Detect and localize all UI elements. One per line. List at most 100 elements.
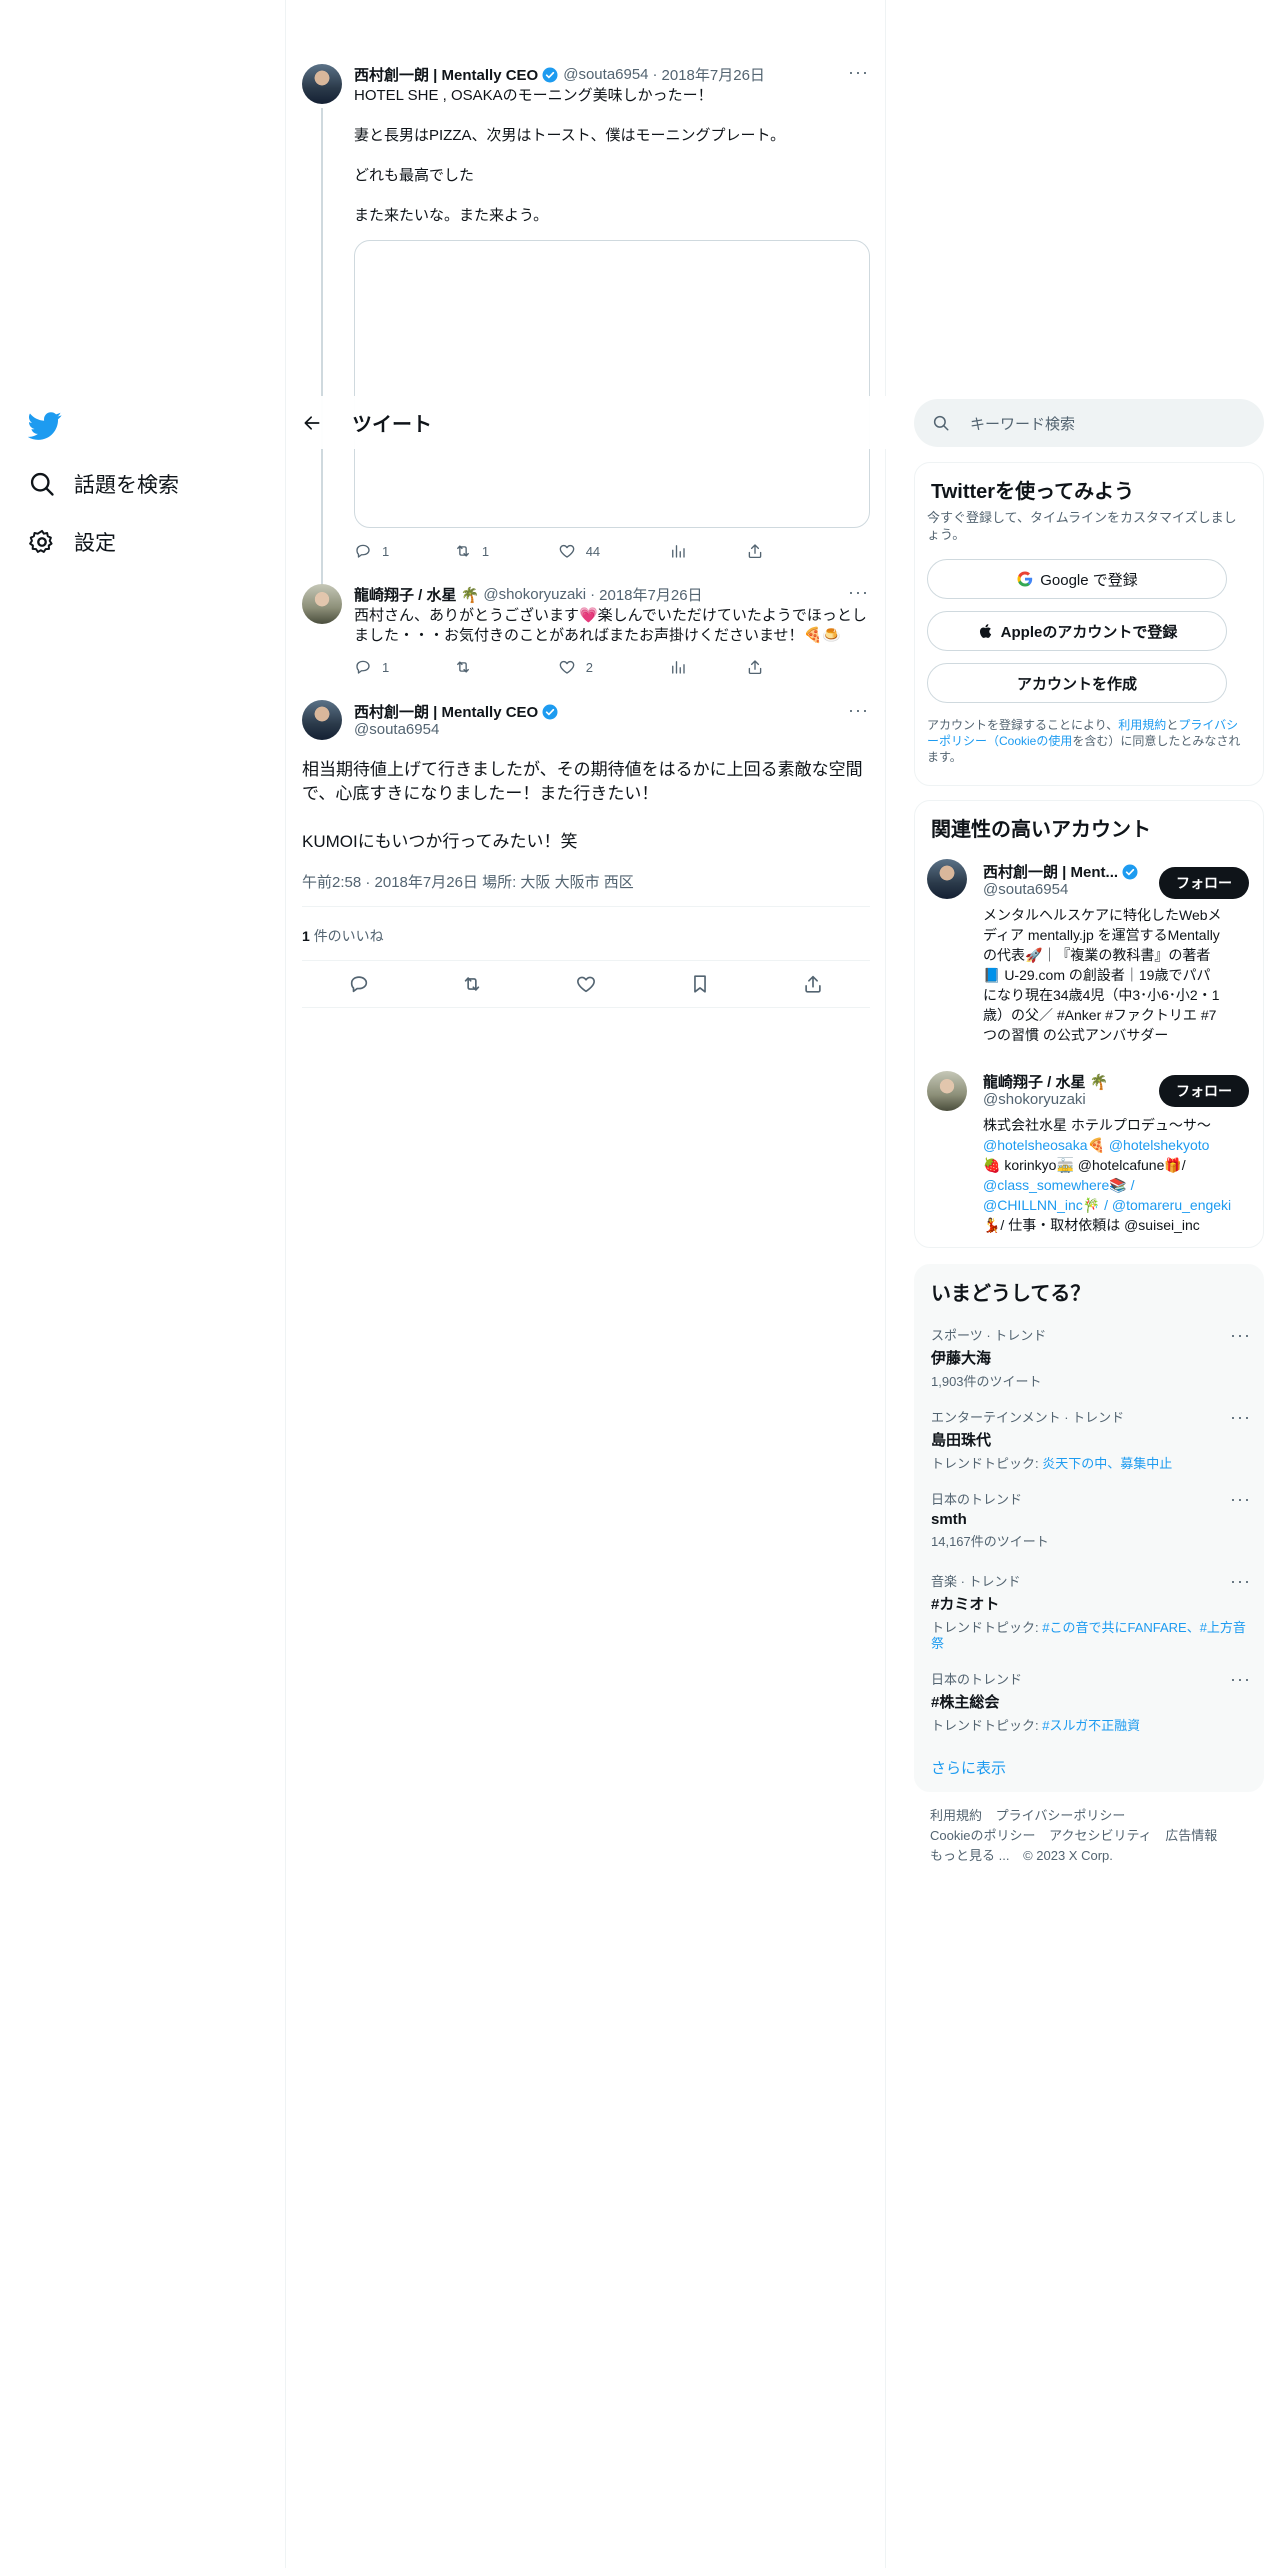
likes-summary[interactable]: 1 件のいいね (302, 926, 384, 946)
relevant-title: 関連性の高いアカウント (931, 819, 1151, 841)
heart-icon (559, 660, 575, 674)
author-handle[interactable]: @souta6954 (563, 66, 648, 83)
views-button[interactable] (669, 542, 746, 560)
trend-item[interactable]: 日本のトレンド smth 14,167件のツイート ··· (931, 1489, 1251, 1550)
footer: 利用規約 プライバシーポリシー Cookieのポリシー アクセシビリティ 広告情… (930, 1806, 1260, 1866)
back-arrow-icon[interactable] (302, 413, 322, 433)
nav-explore[interactable]: 話題を検索 (28, 464, 179, 504)
footer-more[interactable]: もっと見る ... (930, 1848, 1009, 1863)
media-card[interactable] (354, 240, 870, 528)
retweet-button[interactable]: 1 (454, 542, 558, 560)
views-button[interactable] (669, 658, 746, 676)
trend-topic-link[interactable]: 炎天下の中、募集中止 (1042, 1456, 1172, 1471)
tweet-text: 西村さん、ありがとうございます💗楽しんでいただけていたようでほっとしました・・・… (354, 607, 867, 644)
reply-icon (356, 660, 370, 674)
avatar[interactable] (927, 1071, 967, 1111)
trend-sub: トレンドトピック: (931, 1456, 1043, 1471)
trend-category: スポーツ · トレンド (931, 1328, 1047, 1343)
trends-panel: いまどうしてる？ スポーツ · トレンド 伊藤大海 1,903件のツイート ··… (914, 1264, 1264, 1792)
avatar[interactable] (302, 64, 342, 104)
reply-button[interactable]: 1 (354, 658, 454, 676)
tweet-line: 妻と長男はPIZZA、次男はトースト、僕はモーニングプレート。 (354, 127, 786, 144)
likes-label: 件のいいね (313, 928, 384, 944)
tweet-date[interactable]: 2018年7月26日 (599, 584, 702, 605)
trend-item[interactable]: 日本のトレンド #株主総会 トレンドトピック: #スルガ不正融資 ··· (931, 1669, 1251, 1734)
tweet-meta[interactable]: 午前2:58 · 2018年7月26日 場所: 大阪 大阪市 西区 (302, 871, 634, 892)
bio-line[interactable]: @class_somewhere📚 / (983, 1175, 1253, 1195)
more-icon[interactable]: ··· (1230, 1489, 1251, 1510)
bio-line[interactable]: @hotelsheosaka🍕 @hotelshekyoto (983, 1135, 1253, 1155)
footer-ads[interactable]: 広告情報 (1165, 1828, 1217, 1843)
share-icon (748, 544, 762, 559)
like-button[interactable]: 44 (558, 542, 669, 560)
account-name[interactable]: 龍崎翔子 / 水星 🌴 (983, 1071, 1108, 1092)
author-name[interactable]: 西村創一朗 | Mentally CEO (354, 64, 538, 85)
retweet-icon[interactable] (461, 973, 483, 995)
signup-panel: Twitterを使ってみよう 今すぐ登録して、タイムラインをカスタマイズしましょ… (914, 462, 1264, 786)
like-button[interactable]: 2 (558, 658, 669, 676)
trend-name: #カミオト (931, 1596, 1000, 1613)
analytics-icon (672, 661, 685, 674)
search-box[interactable]: キーワード検索 (914, 399, 1264, 447)
bio-line[interactable]: @CHILLNN_inc🎋 / @tomareru_engeki (983, 1195, 1253, 1215)
tweet-date[interactable]: 2018年7月26日 (662, 64, 765, 85)
tweet-line: また来たいな。また来よう。 (354, 207, 549, 224)
more-icon[interactable]: ··· (848, 582, 869, 603)
footer-privacy[interactable]: プライバシーポリシー (996, 1808, 1126, 1823)
share-button[interactable] (746, 542, 774, 560)
legal-text: アカウントを登録することにより、 (927, 718, 1119, 732)
trend-category: 日本のトレンド (931, 1492, 1023, 1507)
trend-name: 島田珠代 (931, 1432, 992, 1449)
google-icon (1017, 571, 1033, 587)
bookmark-icon[interactable] (689, 973, 711, 995)
nav-settings[interactable]: 設定 (28, 522, 116, 562)
divider (302, 906, 870, 907)
google-signup-button[interactable]: Google で登録 (927, 559, 1227, 599)
show-more-link[interactable]: さらに表示 (931, 1757, 1006, 1778)
author-handle[interactable]: @shokoryuzaki (483, 586, 586, 603)
account-name[interactable]: 西村創一朗 | Ment... (983, 861, 1118, 882)
footer-accessibility[interactable]: アクセシビリティ (1049, 1828, 1152, 1843)
trend-sub: 14,167件のツイート (931, 1534, 1049, 1549)
author-handle[interactable]: @souta6954 (354, 721, 439, 738)
reply-icon (356, 544, 370, 558)
create-account-button[interactable]: アカウントを作成 (927, 663, 1227, 703)
trend-item[interactable]: 音楽 · トレンド #カミオト トレンドトピック: #この音で共にFANFARE… (931, 1571, 1251, 1652)
follow-button[interactable]: フォロー (1159, 867, 1249, 899)
share-button[interactable] (746, 658, 774, 676)
author-name[interactable]: 龍崎翔子 / 水星 🌴 (354, 584, 479, 605)
footer-tos[interactable]: 利用規約 (930, 1808, 982, 1823)
more-icon[interactable]: ··· (848, 700, 869, 721)
more-icon[interactable]: ··· (1230, 1571, 1251, 1592)
reply-button[interactable]: 1 (354, 542, 454, 560)
more-icon[interactable]: ··· (1230, 1407, 1251, 1428)
more-icon[interactable]: ··· (1230, 1325, 1251, 1346)
more-icon[interactable]: ··· (848, 62, 869, 83)
apple-signup-button[interactable]: Appleのアカウントで登録 (927, 611, 1227, 651)
footer-cookie[interactable]: Cookieのポリシー (930, 1828, 1035, 1843)
trend-item[interactable]: スポーツ · トレンド 伊藤大海 1,903件のツイート ··· (931, 1325, 1251, 1390)
avatar[interactable] (302, 700, 342, 740)
avatar[interactable] (927, 859, 967, 899)
heart-icon[interactable] (575, 973, 597, 995)
retweet-button[interactable] (454, 658, 558, 676)
trend-category: 音楽 · トレンド (931, 1574, 1021, 1589)
footer-copyright: © 2023 X Corp. (1023, 1848, 1113, 1863)
search-placeholder: キーワード検索 (970, 415, 1076, 433)
author-name[interactable]: 西村創一朗 | Mentally CEO (354, 701, 538, 722)
more-icon[interactable]: ··· (1230, 1669, 1251, 1690)
twitter-logo-icon[interactable] (28, 408, 62, 442)
share-icon[interactable] (802, 973, 824, 995)
reply-icon[interactable] (348, 973, 370, 995)
trend-name: smth (931, 1511, 967, 1528)
account-handle[interactable]: @souta6954 (983, 881, 1068, 898)
account-handle[interactable]: @shokoryuzaki (983, 1091, 1086, 1108)
verified-badge-icon (542, 67, 558, 82)
trend-topic-link[interactable]: #スルガ不正融資 (1042, 1718, 1140, 1733)
trend-item[interactable]: エンターテインメント · トレンド 島田珠代 トレンドトピック: 炎天下の中、募… (931, 1407, 1251, 1472)
tos-link[interactable]: 利用規約 (1118, 718, 1166, 732)
account-bio: メンタルヘルスケアに特化したWebメ ディア mentally.jp を運営する… (983, 905, 1253, 1045)
trend-name: #株主総会 (931, 1694, 1000, 1711)
follow-button[interactable]: フォロー (1159, 1075, 1249, 1107)
avatar[interactable] (302, 584, 342, 624)
